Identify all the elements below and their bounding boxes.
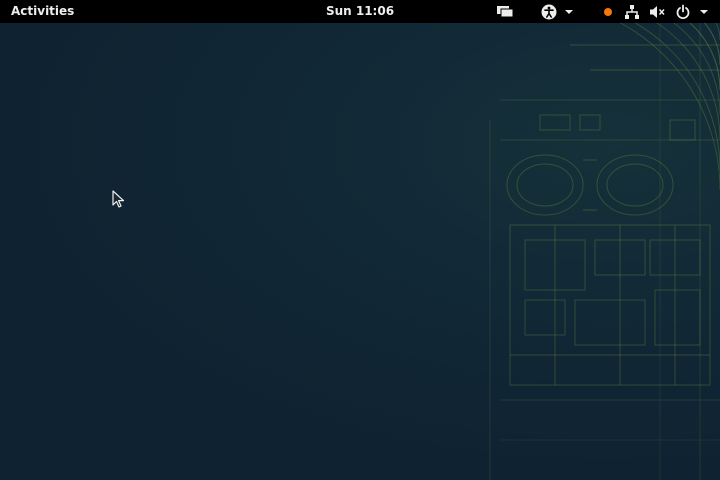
chevron-down-icon xyxy=(700,9,708,14)
wallpaper-blueprint xyxy=(489,0,720,480)
accessibility-icon xyxy=(541,4,557,19)
accessibility-menu-button[interactable] xyxy=(541,0,576,23)
network-indicator[interactable] xyxy=(624,0,640,23)
chevron-down-icon xyxy=(565,9,573,14)
mouse-pointer-icon xyxy=(112,190,125,208)
notification-indicator[interactable] xyxy=(602,0,614,23)
top-bar: Activities Sun 11:06 xyxy=(0,0,720,23)
message-tray-button[interactable] xyxy=(496,0,514,23)
power-icon xyxy=(676,4,690,19)
clock-button[interactable]: Sun 11:06 xyxy=(310,0,410,23)
activities-button[interactable]: Activities xyxy=(0,0,85,23)
power-menu-button[interactable] xyxy=(675,0,711,23)
volume-indicator[interactable] xyxy=(649,0,667,23)
notification-dot-icon xyxy=(604,7,612,16)
desktop-background: Activities Sun 11:06 xyxy=(0,0,720,480)
message-tray-icon xyxy=(497,5,514,17)
network-wired-icon xyxy=(625,4,639,19)
volume-muted-icon xyxy=(650,5,665,18)
